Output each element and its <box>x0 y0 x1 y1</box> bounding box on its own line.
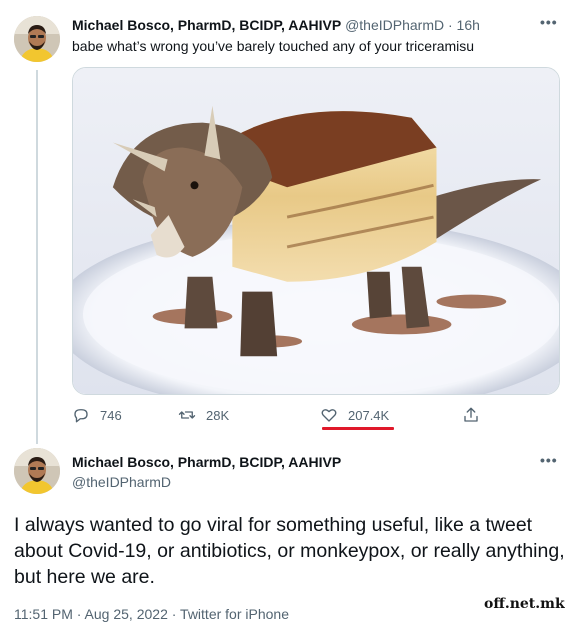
triceratops-tiramisu-photo <box>73 68 559 394</box>
avatar[interactable] <box>14 16 60 62</box>
author-handle[interactable]: @theIDPharmD <box>72 474 171 490</box>
retweet-button[interactable]: 28K <box>178 406 229 424</box>
thread-connector-line <box>36 70 38 444</box>
reply-icon <box>74 409 88 423</box>
more-horizontal-icon[interactable]: ••• <box>540 452 558 468</box>
reply-count: 746 <box>100 407 122 423</box>
tweet-timestamp[interactable]: 11:51 PM · Aug 25, 2022 · Twitter for iP… <box>14 606 289 622</box>
author-name[interactable]: Michael Bosco, PharmD, BCIDP, AAHIVP <box>72 454 341 470</box>
like-highlight-underline <box>322 427 394 430</box>
tweet-text: babe what’s wrong you’ve barely touched … <box>72 38 475 54</box>
avatar[interactable] <box>14 448 60 494</box>
avatar-image <box>14 16 60 62</box>
like-button[interactable]: 207.4K <box>320 406 389 424</box>
author-handle-time[interactable]: @theIDPharmD · 16h <box>341 17 480 33</box>
heart-icon <box>321 409 337 422</box>
reply-button[interactable]: 746 <box>72 406 122 424</box>
tweet-image[interactable] <box>72 67 560 395</box>
avatar-image <box>14 448 60 494</box>
watermark: off.net.mk <box>484 596 565 612</box>
retweet-count: 28K <box>206 407 230 423</box>
tweet-header: Michael Bosco, PharmD, BCIDP, AAHIVP @th… <box>72 17 480 33</box>
share-icon <box>464 407 478 422</box>
retweet-icon <box>178 411 196 419</box>
tweet-text: I always wanted to go viral for somethin… <box>14 514 565 588</box>
more-horizontal-icon[interactable]: ••• <box>540 14 558 30</box>
like-count: 207.4K <box>348 407 390 423</box>
tweet-actions: 746 28K 207.4K <box>72 406 492 428</box>
author-name[interactable]: Michael Bosco, PharmD, BCIDP, AAHIVP <box>72 17 341 33</box>
share-button[interactable] <box>462 406 480 424</box>
